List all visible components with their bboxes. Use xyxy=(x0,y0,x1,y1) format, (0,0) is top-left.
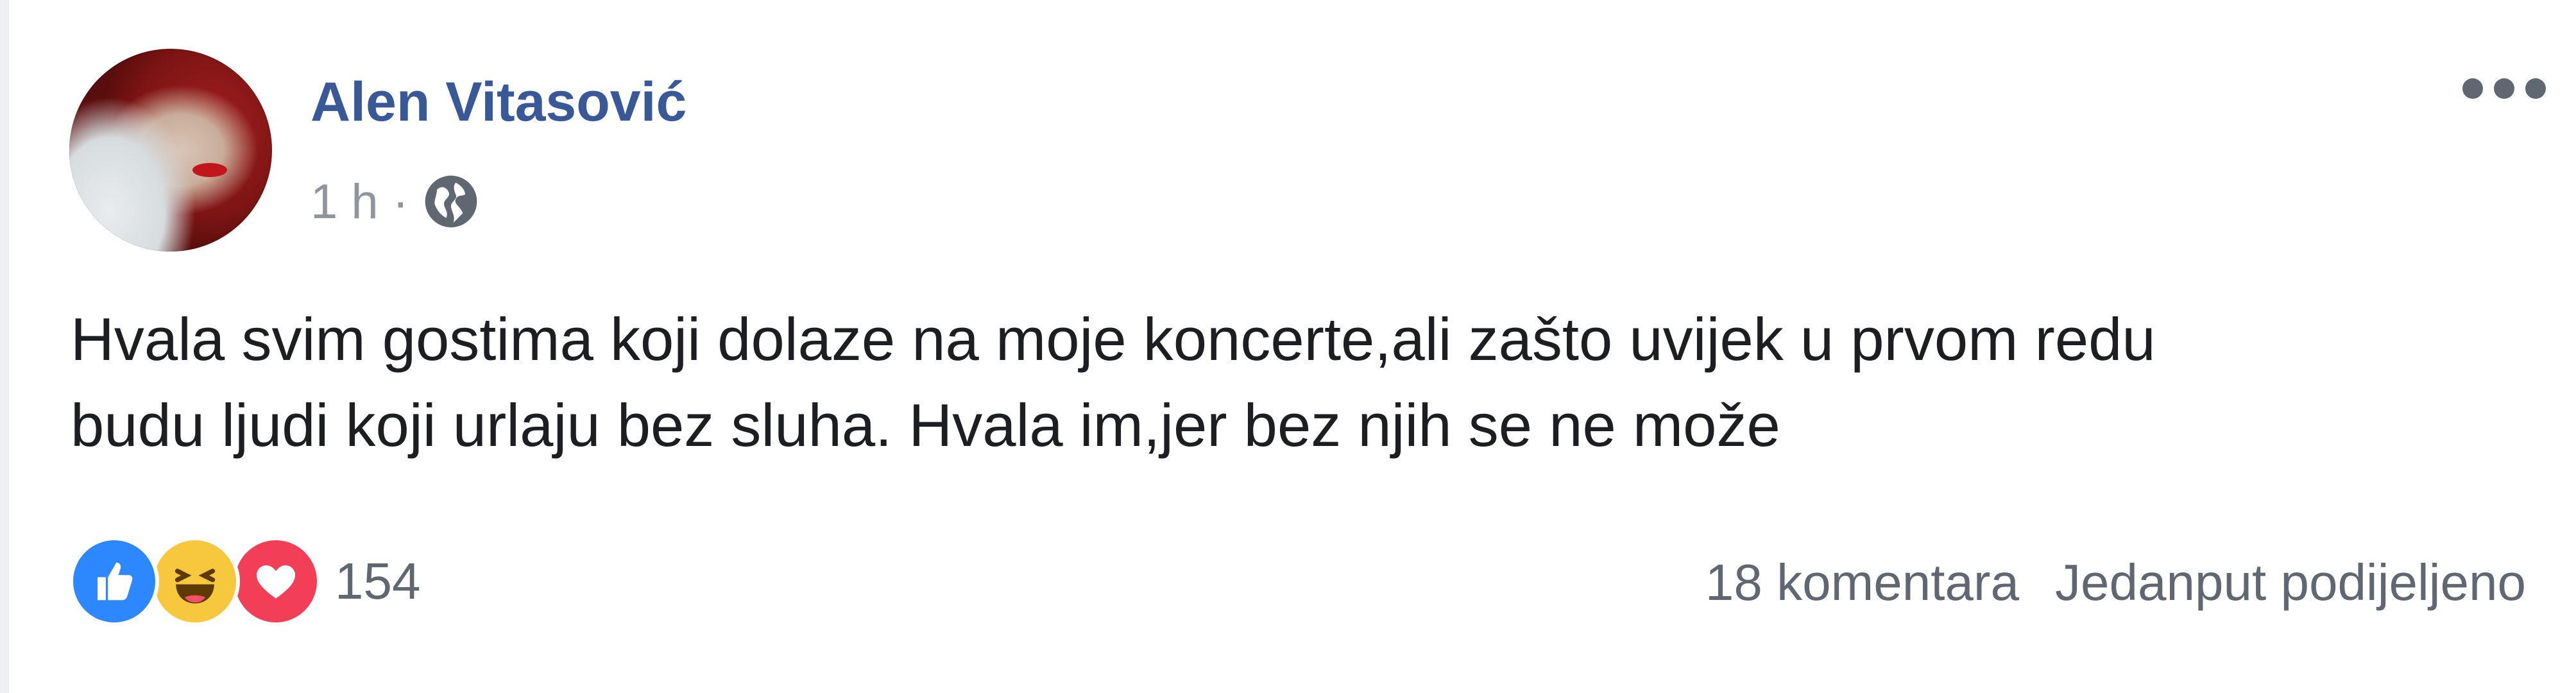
post-timestamp[interactable]: 1 h xyxy=(311,174,379,230)
post-text: Hvala svim gostima koji dolaze na moje k… xyxy=(71,305,2156,459)
reactions-summary[interactable]: 154 xyxy=(69,536,420,626)
avatar-background xyxy=(69,49,272,252)
avatar-detail xyxy=(192,163,227,177)
shares-count-link[interactable]: Jedanput podijeljeno xyxy=(2055,553,2526,612)
post-left-border xyxy=(0,0,9,693)
haha-icon xyxy=(150,536,240,626)
more-dot xyxy=(2525,78,2546,99)
more-dot xyxy=(2462,78,2483,99)
stats-spacer xyxy=(2019,553,2055,612)
comments-count-link[interactable]: 18 komentara xyxy=(1705,553,2019,612)
post-meta: 1 h · xyxy=(311,169,479,234)
more-dot xyxy=(2494,78,2514,99)
post-stats: 18 komentara Jedanput podijeljeno xyxy=(1705,553,2526,612)
like-icon xyxy=(69,536,159,626)
meta-separator: · xyxy=(392,174,409,229)
facebook-post: Alen Vitasović 1 h · Hvala svim gostima … xyxy=(0,0,2576,693)
more-options-icon[interactable] xyxy=(2462,76,2546,101)
author-name[interactable]: Alen Vitasović xyxy=(311,71,687,134)
globe-icon[interactable] xyxy=(423,173,479,230)
avatar[interactable] xyxy=(69,49,272,252)
love-icon xyxy=(231,536,321,626)
reaction-count[interactable]: 154 xyxy=(335,552,420,611)
